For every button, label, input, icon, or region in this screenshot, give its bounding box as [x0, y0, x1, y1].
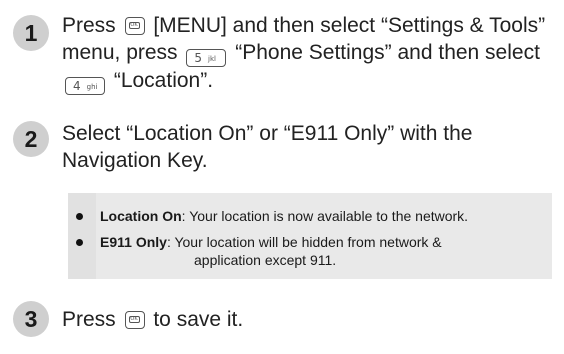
step-3-text-b: to save it.: [147, 308, 244, 331]
note-term: Location On: [100, 208, 182, 224]
5-jkl-key-icon: 5 jkl: [186, 49, 227, 67]
note-stripe: [68, 193, 96, 279]
step-3-text-a: Press: [62, 308, 122, 331]
step-1-badge: 1: [12, 14, 50, 52]
bullet-icon: [76, 239, 83, 246]
step-1-text-d: “Location”.: [108, 69, 214, 92]
note-body: : Your location will be hidden from netw…: [166, 234, 442, 250]
note-term: E911 Only: [100, 234, 167, 250]
step-2-number: 2: [25, 126, 38, 152]
ok-key-icon: OK: [124, 17, 145, 35]
note-box: Location On: Your location is now availa…: [68, 193, 552, 279]
note-body: : Your location is now available to the …: [181, 208, 469, 224]
step-1-text-a: Press: [62, 14, 122, 37]
step-2-badge: 2: [12, 120, 50, 158]
step-3-text: Press OK to save it.: [62, 306, 558, 333]
step-3-number: 3: [25, 306, 38, 332]
note-continuation: application except 911.: [194, 252, 337, 268]
step-1-text: Press OK [MENU] and then select “Setting…: [62, 12, 558, 95]
step-1-number: 1: [25, 20, 38, 46]
bullet-icon: [76, 213, 83, 220]
step-3-badge: 3: [12, 300, 50, 338]
4-ghi-key-icon: 4 ghi: [65, 77, 105, 95]
step-1-text-c: “Phone Settings” and then select: [229, 41, 540, 64]
step-2-text: Select “Location On” or “E911 Only” with…: [62, 122, 473, 172]
ok-key-icon: OK: [124, 311, 145, 329]
